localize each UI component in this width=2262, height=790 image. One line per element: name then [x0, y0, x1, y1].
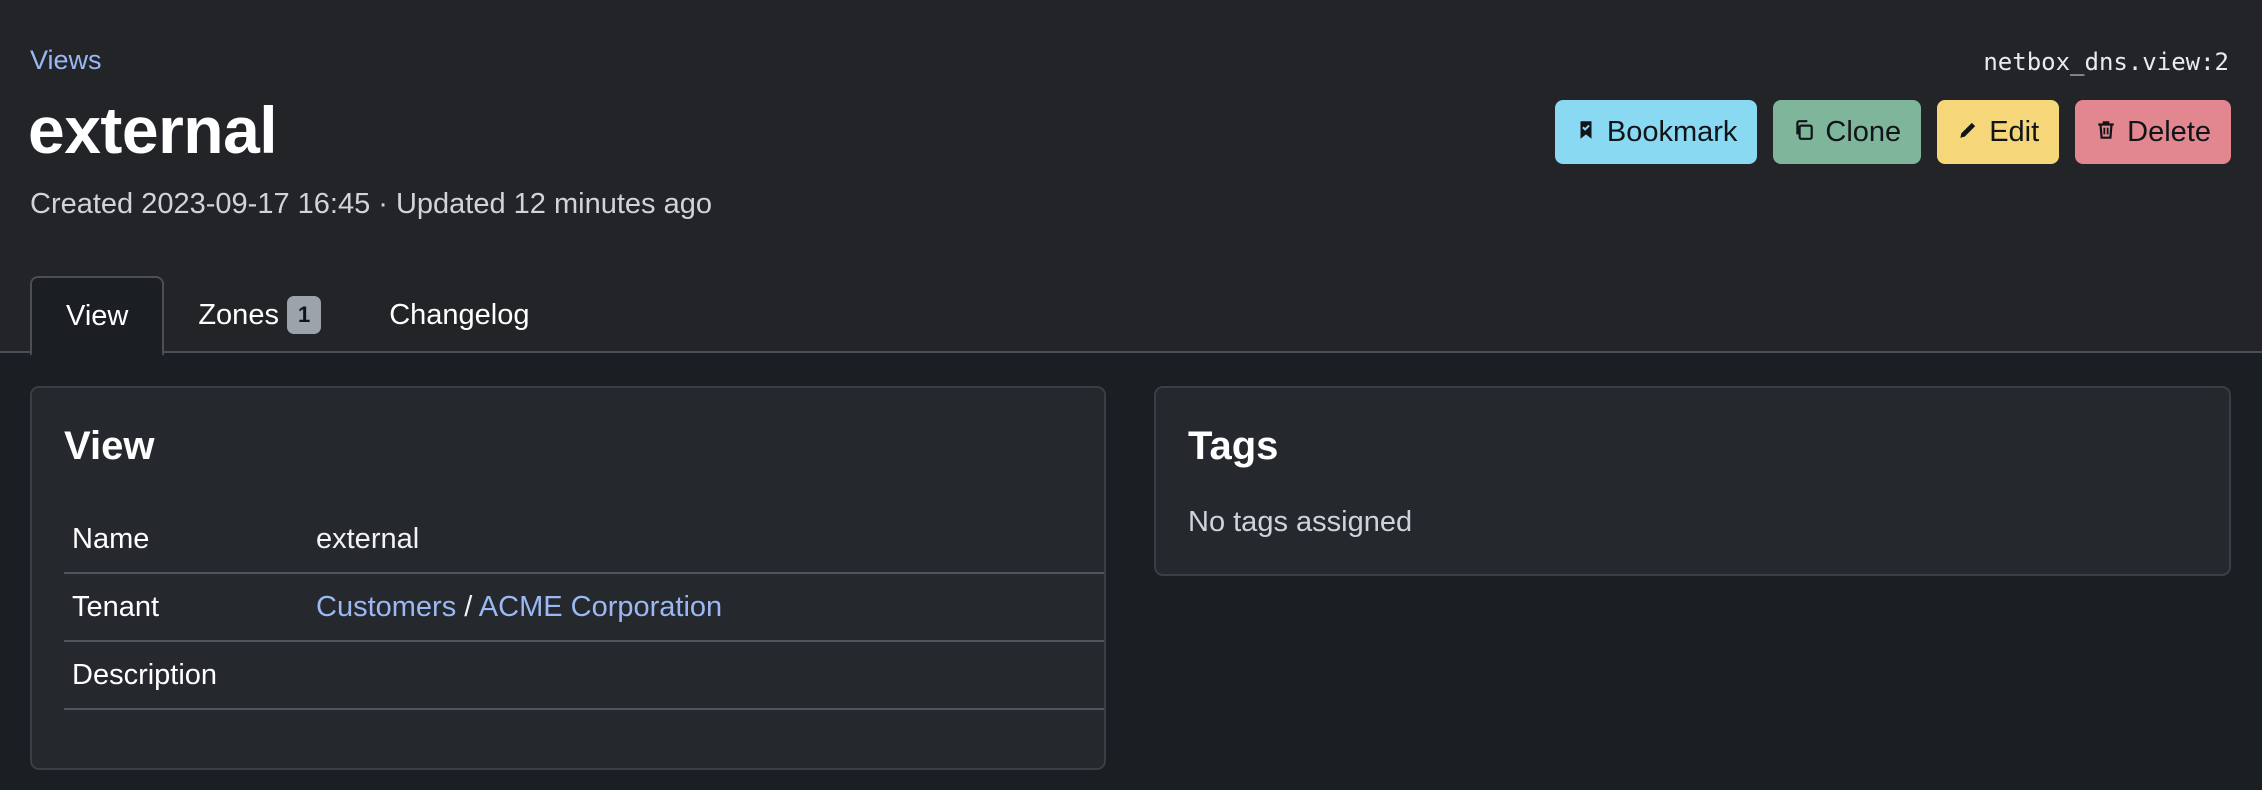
- bookmark-icon: [1575, 116, 1597, 149]
- tab-zones[interactable]: Zones 1: [164, 276, 355, 354]
- tab-changelog-label: Changelog: [389, 298, 530, 331]
- tenant-separator: /: [464, 590, 473, 623]
- tenant-group-link[interactable]: Customers: [316, 591, 456, 623]
- page-title: external: [28, 93, 278, 167]
- copy-icon: [1793, 116, 1815, 149]
- bookmark-label: Bookmark: [1606, 115, 1738, 148]
- page-header: Views netbox_dns.view:2 external Created…: [0, 0, 2262, 356]
- tags-card: Tags No tags assigned: [1154, 386, 2231, 576]
- action-buttons: Bookmark Clone Edit Delete: [1554, 100, 2231, 164]
- tab-bar: View Zones 1 Changelog: [30, 276, 564, 356]
- pencil-icon: [1957, 116, 1979, 149]
- tenant-value: Customers / ACME Corporation: [316, 591, 722, 624]
- no-tags-text: No tags assigned: [1188, 506, 1413, 538]
- table-row: Tenant Customers / ACME Corporation: [64, 574, 1104, 642]
- timestamps: Created 2023-09-17 16:45 · Updated 12 mi…: [30, 188, 712, 220]
- clone-button[interactable]: Clone: [1773, 100, 1922, 164]
- trash-icon: [2095, 116, 2117, 149]
- tenant-link[interactable]: ACME Corporation: [479, 591, 722, 623]
- bookmark-button[interactable]: Bookmark: [1554, 100, 1758, 164]
- tags-card-title: Tags: [1188, 424, 1279, 468]
- name-value: external: [316, 522, 420, 555]
- table-row: Description: [64, 642, 1104, 710]
- view-card-title: View: [64, 424, 155, 468]
- tab-view-label: View: [66, 299, 129, 332]
- table-row: Name external: [64, 506, 1104, 574]
- zones-count-badge: 1: [286, 296, 322, 334]
- view-attributes-table: Name external Tenant Customers / ACME Co…: [64, 506, 1104, 710]
- name-label: Name: [72, 522, 150, 555]
- tab-view[interactable]: View: [30, 276, 165, 356]
- tab-zones-label: Zones: [198, 298, 279, 331]
- edit-label: Edit: [1989, 115, 2040, 148]
- object-identifier: netbox_dns.view:2: [1983, 48, 2229, 76]
- delete-label: Delete: [2127, 115, 2211, 148]
- breadcrumb-views-link[interactable]: Views: [30, 45, 102, 76]
- description-label: Description: [72, 658, 218, 691]
- edit-button[interactable]: Edit: [1937, 100, 2060, 164]
- delete-button[interactable]: Delete: [2075, 100, 2231, 164]
- tab-changelog[interactable]: Changelog: [355, 276, 563, 354]
- tenant-label: Tenant: [72, 590, 160, 623]
- view-card: View Name external Tenant Customers / AC…: [30, 386, 1106, 770]
- clone-label: Clone: [1825, 115, 1902, 148]
